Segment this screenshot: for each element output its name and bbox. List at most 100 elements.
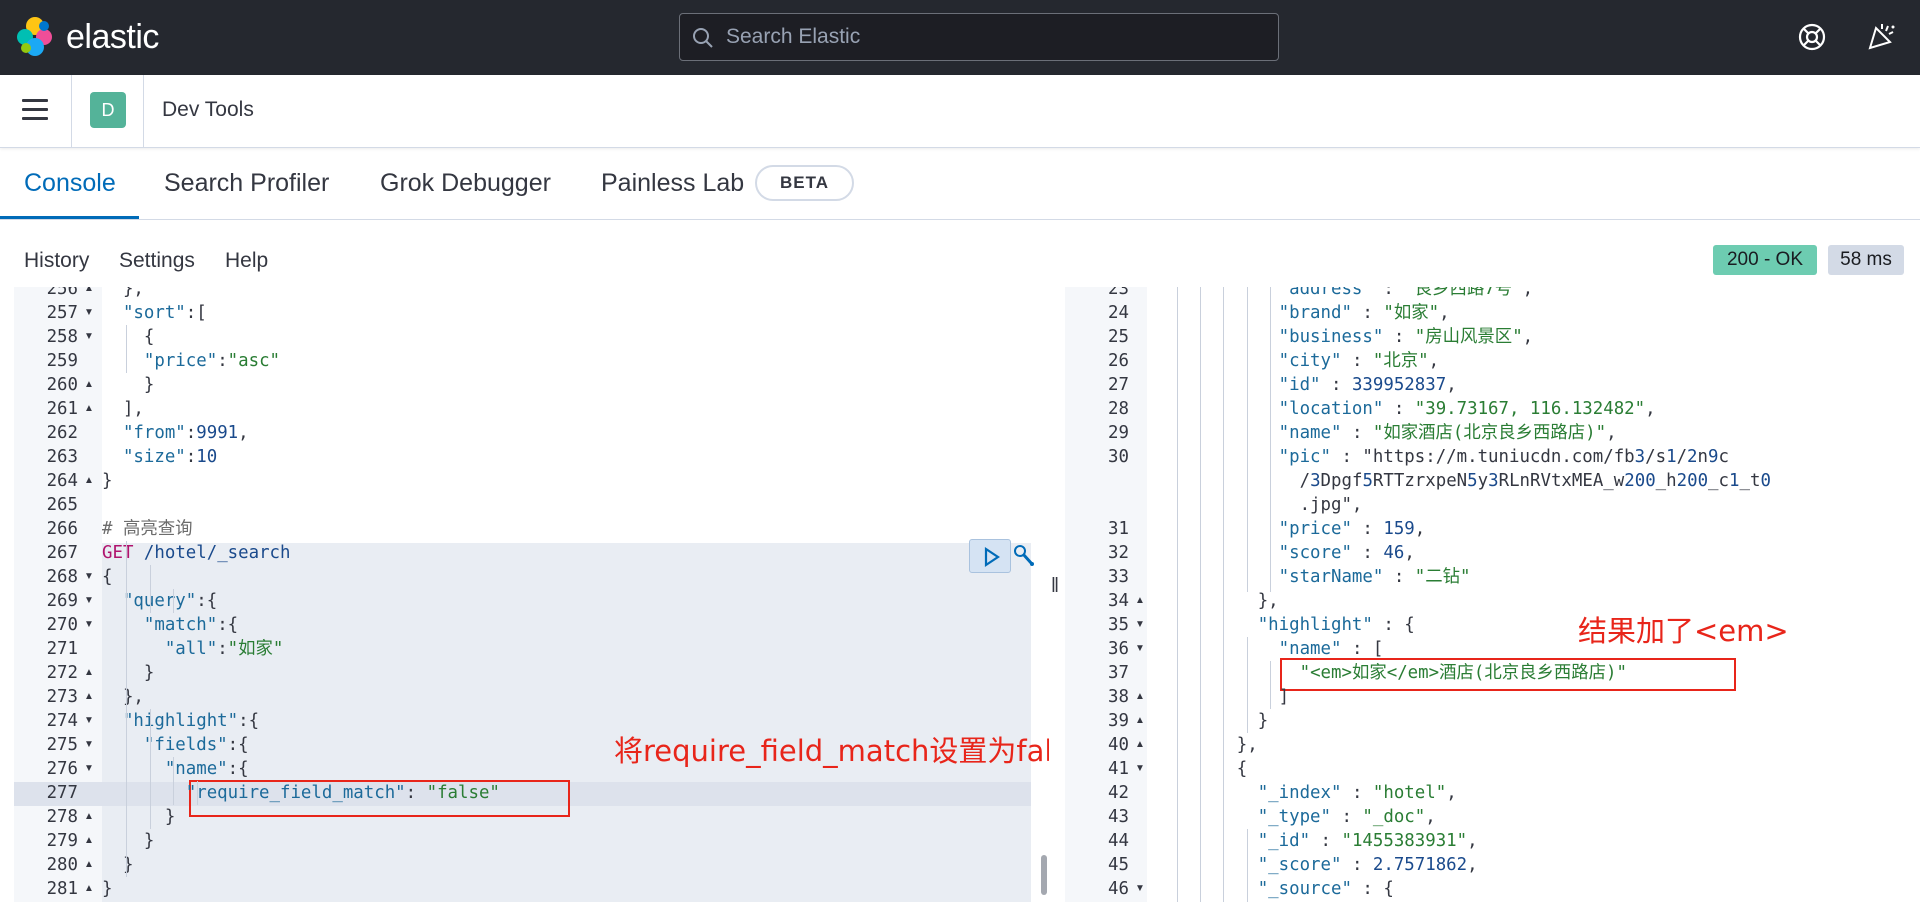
fold-up-icon[interactable]: ▲ [84, 661, 94, 685]
code-line: }, [102, 287, 144, 299]
line-number: 263 [46, 447, 78, 467]
search-input[interactable] [726, 14, 1266, 60]
fold-up-icon[interactable]: ▲ [84, 877, 94, 901]
response-viewer[interactable]: 结果加了<em> 23 "address" : "良乡西路7号", 24 "bra… [1065, 287, 1903, 902]
help-link[interactable]: Help [225, 249, 268, 273]
indent-guide [173, 757, 174, 805]
fold-up-icon[interactable]: ▲ [84, 469, 94, 493]
code-line: ] [1153, 687, 1290, 707]
fold-up-icon[interactable]: ▲ [1135, 709, 1145, 733]
send-request-button[interactable] [969, 539, 1011, 573]
code-line: "from":9991, [122, 423, 249, 443]
line-number: 24 [1108, 303, 1129, 323]
dev-tools-tabs: Console Search Profiler Grok Debugger Pa… [0, 149, 1920, 220]
code-line: "brand" : "如家", [1278, 303, 1450, 323]
resize-handle[interactable]: ‖ [1048, 575, 1062, 597]
line-number: 278 [46, 807, 78, 827]
indent-guide [1200, 592, 1201, 902]
code-line: "_index" : "hotel", [1257, 783, 1457, 803]
line-number: 266 [46, 519, 78, 539]
newsfeed-icon[interactable] [1866, 20, 1898, 52]
elastic-logo-icon[interactable] [16, 16, 54, 56]
line-number: 262 [46, 423, 78, 443]
fold-down-icon[interactable]: ▼ [84, 757, 94, 781]
breadcrumb: Dev Tools [162, 98, 254, 121]
request-time-badge: 58 ms [1828, 245, 1904, 275]
line-number: 44 [1108, 831, 1129, 851]
divider [71, 75, 72, 148]
indent-guide [126, 541, 127, 877]
code-line: "pic" : "https://m.tuniucdn.com/fb3/s1/2… [1278, 447, 1729, 467]
line-number: 273 [46, 687, 78, 707]
fold-down-icon[interactable]: ▼ [84, 301, 94, 325]
code-line: "score" : 46, [1278, 543, 1415, 563]
line-number: 261 [46, 399, 78, 419]
line-number: 272 [46, 663, 78, 683]
line-number: 34 [1108, 591, 1129, 611]
code-line: /3Dpgf5RTTzrxpeN5y3RLnRVtxMEA_w200_h200_… [1153, 471, 1771, 491]
code-line: "query":{ [122, 591, 218, 611]
fold-up-icon[interactable]: ▲ [84, 287, 94, 301]
indent-guide [1200, 287, 1201, 592]
code-line: "highlight" : { [1257, 615, 1415, 635]
help-icon[interactable] [1797, 22, 1827, 52]
fold-down-icon[interactable]: ▼ [84, 709, 94, 733]
fold-down-icon[interactable]: ▼ [84, 565, 94, 589]
tab-search-profiler[interactable]: Search Profiler [164, 169, 329, 198]
tab-painless-lab[interactable]: Painless Lab [601, 169, 744, 198]
space-avatar[interactable]: D [90, 92, 126, 128]
line-number: 29 [1108, 423, 1129, 443]
line-number: 41 [1108, 759, 1129, 779]
fold-up-icon[interactable]: ▲ [1135, 589, 1145, 613]
tab-grok-debugger[interactable]: Grok Debugger [380, 169, 551, 198]
fold-down-icon[interactable]: ▼ [84, 589, 94, 613]
fold-down-icon[interactable]: ▼ [1135, 877, 1145, 901]
play-icon [984, 546, 1000, 568]
fold-up-icon[interactable]: ▲ [84, 373, 94, 397]
line-number: 39 [1108, 711, 1129, 731]
line-number: 25 [1108, 327, 1129, 347]
tab-console[interactable]: Console [24, 169, 116, 198]
line-number: 274 [46, 711, 78, 731]
fold-down-icon[interactable]: ▼ [84, 325, 94, 349]
line-number: 257 [46, 303, 78, 323]
code-line: "name":{ [164, 759, 249, 779]
fold-down-icon[interactable]: ▼ [84, 613, 94, 637]
history-link[interactable]: History [24, 249, 89, 273]
menu-icon[interactable] [22, 99, 48, 121]
fold-down-icon[interactable]: ▼ [1135, 757, 1145, 781]
code-line: } [102, 855, 134, 875]
line-number: 42 [1108, 783, 1129, 803]
line-number: 277 [46, 783, 78, 803]
fold-down-icon[interactable]: ▼ [1135, 613, 1145, 637]
fold-up-icon[interactable]: ▲ [84, 805, 94, 829]
fold-down-icon[interactable]: ▼ [84, 733, 94, 757]
global-search[interactable] [679, 13, 1279, 61]
fold-down-icon[interactable]: ▼ [1135, 637, 1145, 661]
fold-up-icon[interactable]: ▲ [1135, 685, 1145, 709]
indent-guide [1177, 592, 1178, 902]
code-line: .jpg", [1153, 495, 1363, 515]
line-number: 40 [1108, 735, 1129, 755]
fold-up-icon[interactable]: ▲ [84, 685, 94, 709]
status-badge: 200 - OK [1713, 245, 1817, 275]
brand-name[interactable]: elastic [66, 18, 159, 57]
code-line: "all":"如家" [164, 639, 284, 659]
code-line: "require_field_match": "false" [185, 783, 500, 803]
line-number: 36 [1108, 639, 1129, 659]
request-editor[interactable]: 将require_field_match设置为false 256 ▲ }, 257 ▼… [14, 287, 1049, 902]
code-line: "_score" : 2.7571862, [1257, 855, 1478, 875]
indent-guide [1247, 829, 1248, 902]
request-actions-button[interactable] [1010, 539, 1038, 573]
settings-link[interactable]: Settings [119, 249, 195, 273]
fold-up-icon[interactable]: ▲ [84, 397, 94, 421]
fold-up-icon[interactable]: ▲ [84, 829, 94, 853]
line-number: 264 [46, 471, 78, 491]
indent-guide [1247, 287, 1248, 592]
fold-up-icon[interactable]: ▲ [84, 853, 94, 877]
console-toolbar: History Settings Help 200 - OK 58 ms [0, 221, 1920, 287]
line-number: 268 [46, 567, 78, 587]
request-scrollbar[interactable] [1041, 855, 1047, 895]
code-line: "_source" : { [1257, 879, 1394, 899]
fold-up-icon[interactable]: ▲ [1135, 733, 1145, 757]
